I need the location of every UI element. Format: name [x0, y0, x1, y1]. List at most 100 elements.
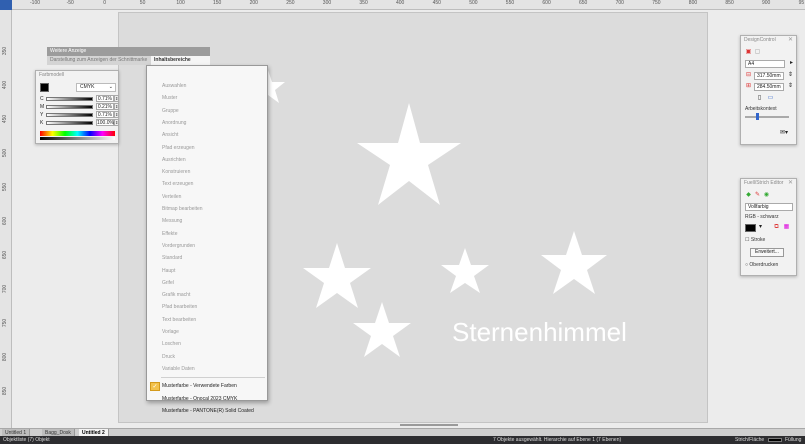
- context-menu-item[interactable]: Auswahlen: [148, 80, 267, 93]
- context-menu-item[interactable]: Variable Daten: [148, 363, 267, 376]
- yellow-row[interactable]: Y 0.71% ⇕: [40, 111, 119, 119]
- black-slider[interactable]: [46, 121, 93, 125]
- pen-icon[interactable]: ✎: [754, 192, 761, 199]
- horizontal-scrollbar[interactable]: [400, 424, 458, 426]
- close-icon[interactable]: ✕: [788, 179, 793, 188]
- ruler-top-label: 50: [139, 0, 146, 6]
- context-menu-item[interactable]: Text erzeugen: [148, 178, 267, 191]
- context-menu-item[interactable]: Anordnung: [148, 117, 267, 130]
- gray-spectrum[interactable]: [40, 137, 115, 140]
- width-input[interactable]: 317.50mm: [754, 72, 784, 80]
- ruler-top-label: 95: [798, 0, 805, 6]
- context-menu-item[interactable]: Vordergrunden: [148, 240, 267, 253]
- info-row: Darstellung zum Anzeigen der Schnittmark…: [47, 56, 210, 72]
- overprint-radio[interactable]: ○ Oberdrucken: [745, 262, 778, 268]
- palette-menu-item[interactable]: ✓ Musterfarbe - Verwendete Farben: [148, 380, 267, 393]
- fill-stroke-panel: Fuell/Strich Editor ✕ ◆ ✎ ◉ Vollfarbig R…: [740, 178, 797, 276]
- context-menu-item[interactable]: Gruppe: [148, 105, 267, 118]
- edit-content-areas-button[interactable]: Inhaltsbereiche bearbeiten: [151, 56, 210, 72]
- context-menu-item[interactable]: Verteilen: [148, 191, 267, 204]
- next-arrow-icon[interactable]: ▸: [788, 60, 795, 67]
- ruler-top-label: 400: [396, 0, 405, 6]
- status-left: Objektliste (7) Objekt: [3, 437, 50, 443]
- current-color-swatch[interactable]: [40, 83, 49, 92]
- context-menu-item[interactable]: Muster: [148, 92, 267, 105]
- context-menu-item[interactable]: Pfad erzeugen: [148, 142, 267, 155]
- context-menu-item[interactable]: Grafik macht: [148, 289, 267, 302]
- context-menu-item[interactable]: Druck: [148, 351, 267, 364]
- context-menu-item[interactable]: Ansicht: [148, 129, 267, 142]
- yellow-slider[interactable]: [46, 113, 93, 117]
- fill-type-select[interactable]: Vollfarbig: [745, 203, 793, 211]
- status-color-swatch[interactable]: [768, 438, 782, 442]
- palette-menu-item[interactable]: Musterfarbe - Onocal 2023 CMYK: [148, 393, 267, 406]
- fill-bucket-icon[interactable]: ◆: [745, 192, 752, 199]
- context-menu-item[interactable]: Pfad bearbeiten: [148, 301, 267, 314]
- black-spinner-icon[interactable]: ⇕: [114, 119, 119, 126]
- portrait-icon[interactable]: ▯: [756, 95, 763, 102]
- context-menu-item[interactable]: Grifel: [148, 277, 267, 290]
- color-picker-icon[interactable]: ⧉: [773, 224, 780, 231]
- magenta-slider[interactable]: [46, 105, 93, 109]
- magenta-spinner-icon[interactable]: ⇕: [114, 103, 119, 110]
- document-tabs: Untitled 1 Bagg_Dosk Untitled 2: [0, 428, 805, 437]
- context-menu-item[interactable]: Ausrichten: [148, 154, 267, 167]
- envelope-icon[interactable]: ✉▾: [777, 130, 791, 137]
- width-spinner-icon[interactable]: ⇕: [787, 72, 794, 79]
- black-row[interactable]: K 100.0% ⇕: [40, 119, 119, 127]
- star-left: [303, 243, 371, 308]
- ruler-top-label: 750: [652, 0, 661, 6]
- eye-icon[interactable]: ◉: [763, 192, 770, 199]
- copy-icon[interactable]: ▢: [754, 49, 761, 56]
- cyan-value[interactable]: 0.71%: [96, 95, 114, 102]
- black-value[interactable]: 100.0%: [96, 119, 114, 126]
- fill-color-swatch[interactable]: [745, 224, 756, 232]
- top-ruler[interactable]: -100 -50 0 50 100 150 200 250 300 350 400 450 500 550…: [0, 0, 805, 10]
- palette-menu-item[interactable]: Musterfarbe - PANTONE(R) Solid Coated: [148, 405, 267, 418]
- context-menu-item[interactable]: Haupt: [148, 265, 267, 278]
- ruler-left-label: 550: [2, 182, 9, 192]
- ruler-left-label: 600: [2, 216, 9, 226]
- context-menu-item[interactable]: Bitmap bearbeiten: [148, 203, 267, 216]
- height-value: 284.50mm: [757, 84, 781, 90]
- context-menu-item[interactable]: Standard: [148, 252, 267, 265]
- context-slider[interactable]: [745, 116, 789, 118]
- status-bar: Objektliste (7) Objekt 7 Objekte ausgewä…: [0, 436, 805, 444]
- ruler-top-label: 500: [469, 0, 478, 6]
- close-icon[interactable]: ✕: [788, 36, 793, 45]
- palette-menu-label: Musterfarbe - PANTONE(R) Solid Coated: [162, 408, 254, 415]
- cyan-slider[interactable]: [46, 97, 93, 101]
- height-spinner-icon[interactable]: ⇕: [787, 83, 794, 90]
- color-model-select[interactable]: CMYK ⌄: [76, 83, 116, 92]
- hue-spectrum[interactable]: [40, 131, 115, 136]
- page-title-text[interactable]: Sternenhimmel: [452, 317, 627, 348]
- context-menu: Auswahlen Muster Gruppe Anordnung Ansicht Pfa…: [146, 65, 268, 414]
- stroke-checkbox[interactable]: ☐ Stroke: [745, 237, 765, 243]
- magenta-row[interactable]: M 0.21% ⇕: [40, 103, 119, 111]
- cyan-row[interactable]: C 0.71% ⇕: [40, 95, 119, 103]
- page-size-select[interactable]: A4: [745, 60, 785, 68]
- palette-icon[interactable]: ▦: [783, 224, 790, 231]
- work-context-label: Arbeitskontext: [745, 106, 777, 112]
- context-menu-item[interactable]: Messung: [148, 215, 267, 228]
- context-menu-item[interactable]: Vorlage: [148, 326, 267, 339]
- context-menu-item[interactable]: Loschen: [148, 338, 267, 351]
- color-name-label: RGB - schwarz: [745, 214, 779, 220]
- left-ruler[interactable]: 350 400 450 500 550 600 650 700 750 800 850: [0, 10, 12, 428]
- context-menu-item[interactable]: Effekte: [148, 228, 267, 241]
- ruler-origin-icon[interactable]: [0, 0, 12, 10]
- yellow-value[interactable]: 0.71%: [96, 111, 114, 118]
- swatch-dropdown-icon[interactable]: ▾: [757, 224, 764, 231]
- advanced-button[interactable]: Erweitert...: [750, 248, 784, 257]
- context-menu-item[interactable]: Konstruieren: [148, 166, 267, 179]
- magenta-value[interactable]: 0.21%: [96, 103, 114, 110]
- info-message-bar: Weitere Anzeige: [47, 47, 210, 56]
- cyan-spinner-icon[interactable]: ⇕: [114, 95, 119, 102]
- yellow-spinner-icon[interactable]: ⇕: [114, 111, 119, 118]
- page-icon[interactable]: ▣: [745, 49, 752, 56]
- context-slider-handle[interactable]: [756, 113, 759, 120]
- height-input[interactable]: 284.50mm: [754, 83, 784, 91]
- ruler-left-label: 850: [2, 386, 9, 396]
- context-menu-item[interactable]: Text bearbeiten: [148, 314, 267, 327]
- landscape-icon[interactable]: ▭: [767, 95, 774, 102]
